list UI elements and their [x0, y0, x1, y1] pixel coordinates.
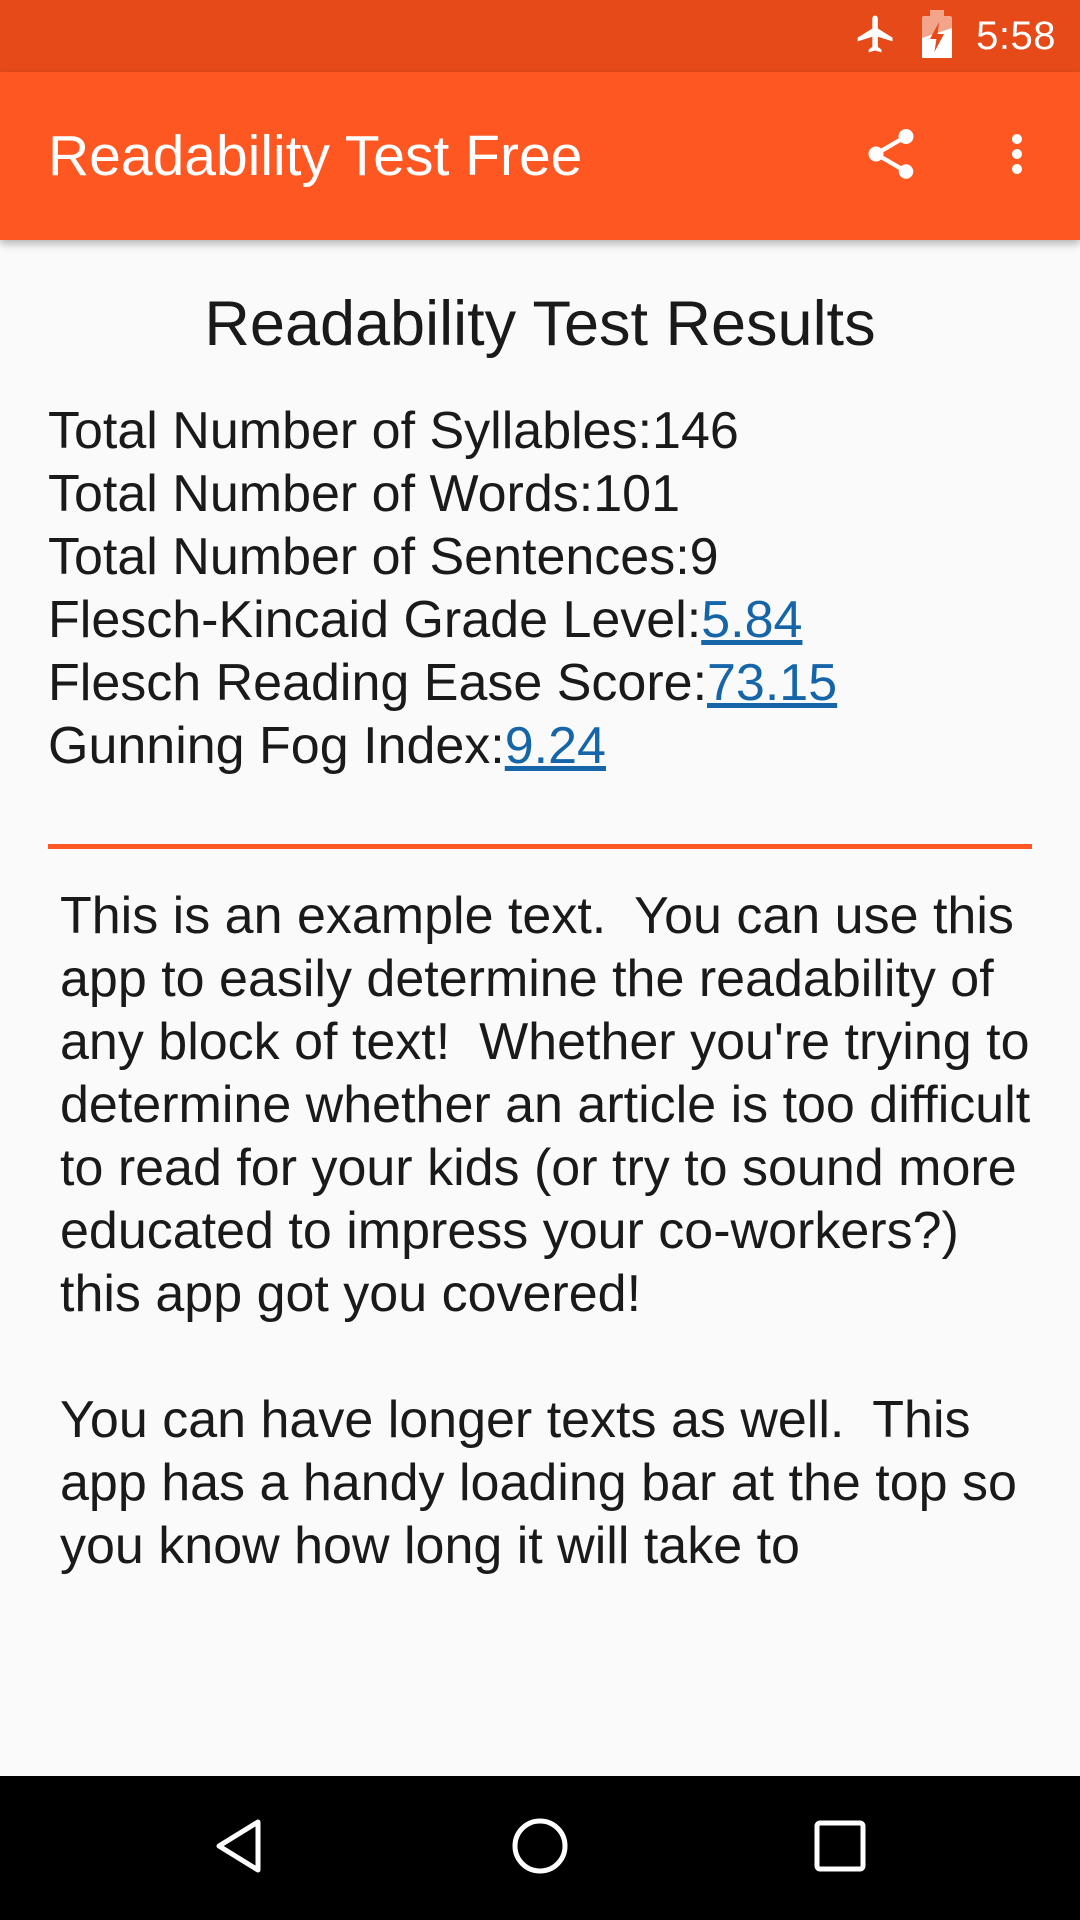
status-bar: 5:58	[0, 0, 1080, 72]
reading-ease-link[interactable]: 73.15	[707, 654, 837, 712]
stat-syllables-label: Total Number of Syllables:	[48, 402, 653, 460]
home-button[interactable]	[440, 1776, 640, 1920]
app-bar: Readability Test Free	[0, 72, 1080, 240]
more-vert-icon	[987, 124, 1047, 188]
results-heading: Readability Test Results	[204, 289, 876, 359]
stat-words-value: 101	[593, 465, 681, 523]
stat-words: Total Number of Words:101	[48, 463, 837, 526]
share-button[interactable]	[828, 93, 954, 219]
stat-syllables: Total Number of Syllables:146	[48, 400, 837, 463]
recents-button[interactable]	[740, 1776, 940, 1920]
divider	[48, 844, 1032, 849]
stat-fk-grade-label: Flesch-Kincaid Grade Level:	[48, 591, 702, 649]
back-icon	[210, 1816, 270, 1880]
gunning-fog-link[interactable]: 9.24	[505, 717, 606, 775]
stat-sentences: Total Number of Sentences:9	[48, 526, 837, 589]
recents-icon	[812, 1818, 868, 1878]
battery-charging-icon	[920, 10, 954, 62]
text-panel-bottom-area	[0, 1625, 1080, 1776]
back-button[interactable]	[140, 1776, 340, 1920]
results-stats: Total Number of Syllables:146 Total Numb…	[48, 400, 837, 778]
app-title: Readability Test Free	[48, 124, 583, 188]
status-icons: 5:58	[854, 0, 1056, 72]
fk-grade-link[interactable]: 5.84	[701, 591, 802, 649]
main-content[interactable]: Readability Test Results Total Number of…	[0, 240, 1080, 1776]
stat-sentences-label: Total Number of Sentences:	[48, 528, 690, 586]
stat-words-label: Total Number of Words:	[48, 465, 594, 523]
overflow-menu-button[interactable]	[954, 93, 1080, 219]
stat-gunning-fog: Gunning Fog Index:9.24	[48, 715, 837, 778]
stat-gunning-fog-label: Gunning Fog Index:	[48, 717, 505, 775]
airplane-mode-icon	[854, 12, 898, 60]
stat-fk-grade: Flesch-Kincaid Grade Level:5.84	[48, 589, 837, 652]
app-bar-actions	[828, 72, 1080, 240]
status-time: 5:58	[976, 13, 1056, 58]
stat-syllables-value: 146	[652, 402, 739, 460]
share-icon	[861, 124, 921, 188]
home-icon	[510, 1816, 570, 1880]
stat-sentences-value: 9	[689, 528, 719, 586]
stat-reading-ease: Flesch Reading Ease Score:73.15	[48, 652, 837, 715]
navigation-bar	[0, 1776, 1080, 1920]
stat-reading-ease-label: Flesch Reading Ease Score:	[48, 654, 708, 712]
